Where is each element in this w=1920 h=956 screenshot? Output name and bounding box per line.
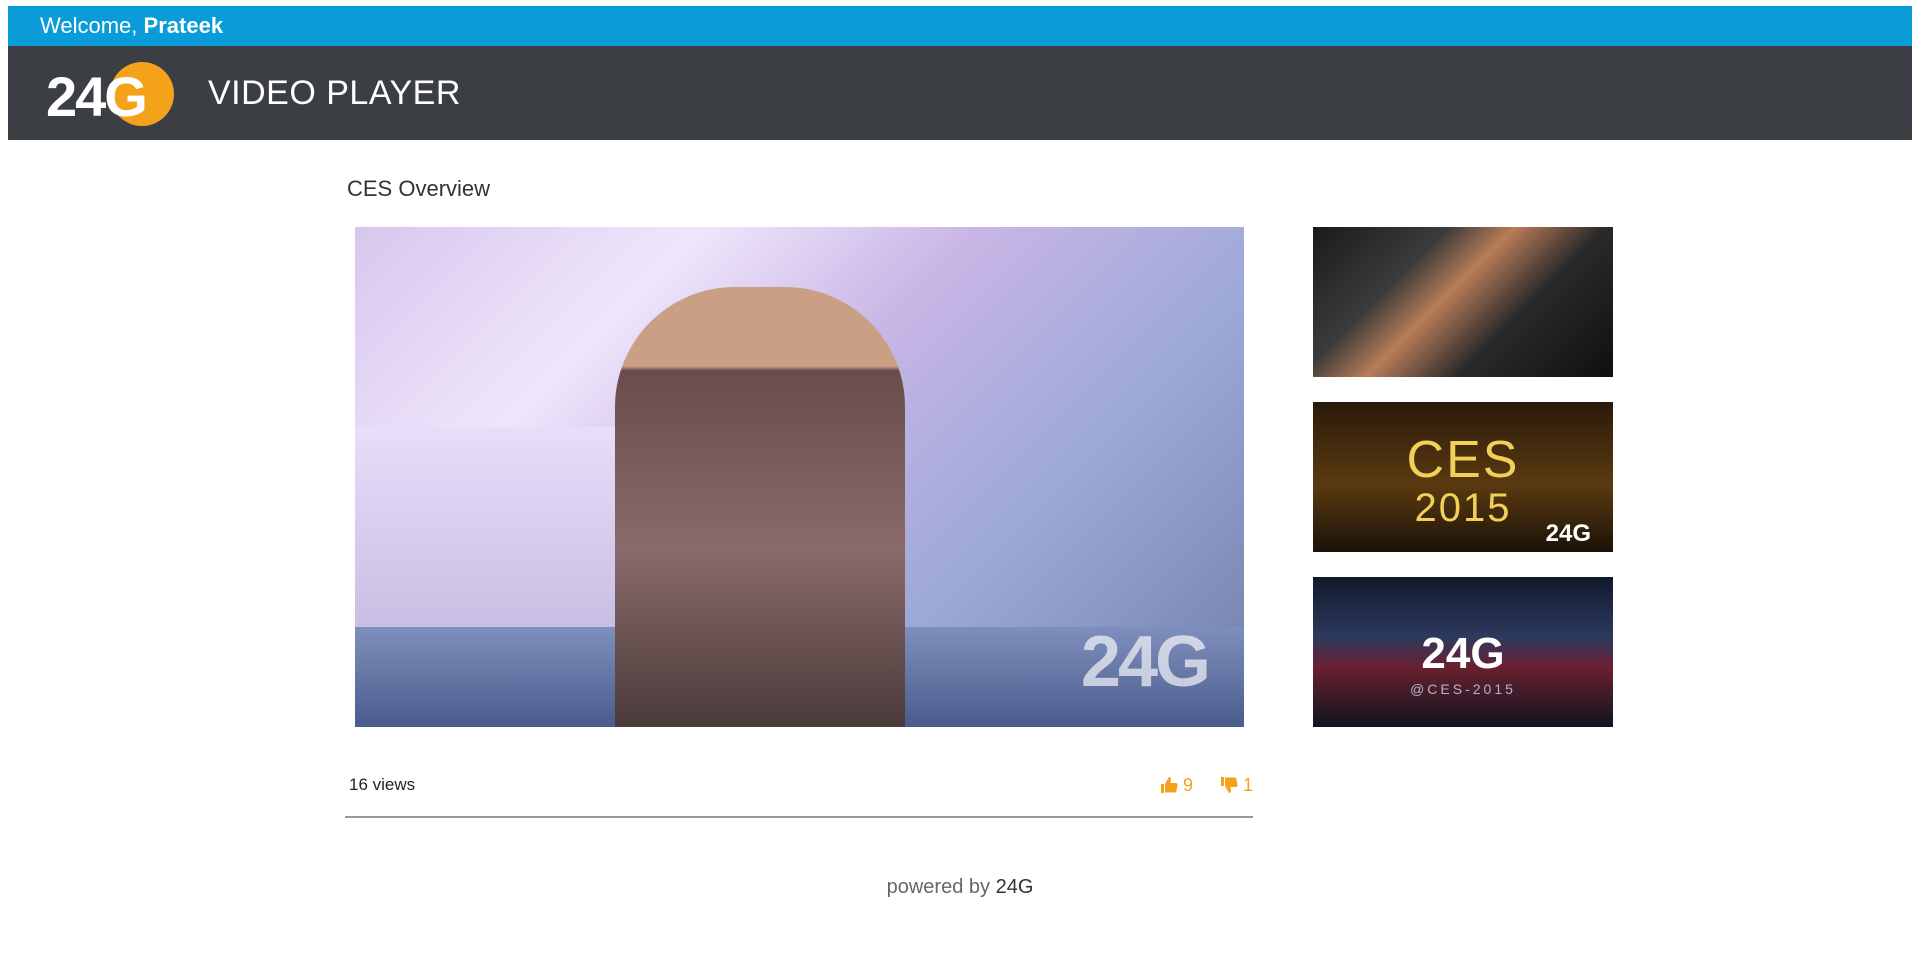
- footer-prefix: powered by: [886, 876, 991, 898]
- thumbnail-logo: 24G: [1421, 629, 1505, 678]
- like-button[interactable]: 9: [1159, 775, 1193, 796]
- video-click-area[interactable]: [355, 227, 1244, 727]
- dislike-count: 1: [1242, 774, 1253, 795]
- footer-brand[interactable]: 24G: [996, 876, 1034, 898]
- thumbnail-badge: 24G: [1545, 520, 1591, 547]
- video-player[interactable]: 24G: [355, 227, 1244, 727]
- welcome-label: Welcome: [40, 13, 132, 38]
- username[interactable]: Prateek: [144, 13, 224, 39]
- view-count: 16 views: [349, 775, 416, 794]
- page-title: VIDEO PLAYER: [208, 73, 461, 112]
- video-stats: 16 views 9 1: [349, 770, 1253, 800]
- welcome-separator: ,: [131, 13, 138, 38]
- app-shell: Welcome, Prateek 24G VIDEO PLAYER: [8, 6, 1912, 140]
- thumbnail-title: CES: [1406, 431, 1520, 489]
- footer: powered by 24G: [0, 876, 1920, 899]
- dislike-button[interactable]: 1: [1219, 775, 1253, 796]
- rating-controls: 9 1: [1159, 775, 1253, 796]
- like-count: 9: [1182, 774, 1193, 795]
- divider: [345, 816, 1253, 818]
- related-video-thumbnail[interactable]: CES 2015 24G: [1313, 402, 1613, 552]
- video-title: CES Overview: [347, 176, 491, 201]
- related-video-thumbnail[interactable]: 24G @CES-2015: [1313, 577, 1613, 727]
- related-video-thumbnail[interactable]: [1313, 227, 1613, 377]
- site-header: 24G VIDEO PLAYER: [8, 46, 1912, 140]
- thumbs-down-icon: [1220, 777, 1238, 793]
- thumbnail-tag: @CES-2015: [1410, 681, 1516, 697]
- logo-text: 24G: [46, 65, 148, 128]
- welcome-bar: Welcome, Prateek: [8, 6, 1912, 46]
- thumbs-up-icon: [1160, 777, 1178, 793]
- brand-logo[interactable]: 24G: [46, 58, 178, 128]
